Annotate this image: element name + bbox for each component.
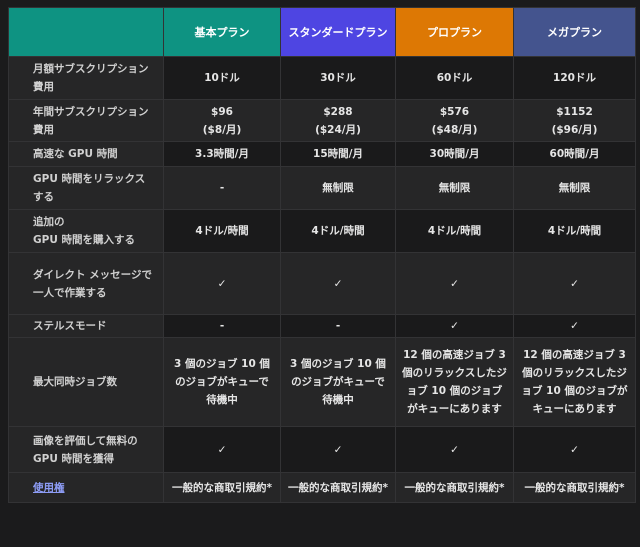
cell-mega: $1152 ($96/月) <box>513 99 636 142</box>
header-pro-plan: プロプラン <box>395 7 514 57</box>
check-icon: ✓ <box>280 426 396 473</box>
table-row-direct-message: ダイレクト メッセージで一人で作業する ✓ ✓ ✓ ✓ <box>8 252 636 315</box>
cell-mega: 一般的な商取引規約* <box>513 472 636 503</box>
check-icon: ✓ <box>163 252 281 315</box>
cell-basic: 3.3時間/月 <box>163 141 281 167</box>
table-row-stealth-mode: ステルスモード - - ✓ ✓ <box>8 314 636 338</box>
table-row-usage-rights: 使用権 一般的な商取引規約* 一般的な商取引規約* 一般的な商取引規約* 一般的… <box>8 472 636 503</box>
cell-standard: 無制限 <box>280 166 396 210</box>
header-basic-plan: 基本プラン <box>163 7 281 57</box>
cell-pro: 無制限 <box>395 166 514 210</box>
check-icon: ✓ <box>513 252 636 315</box>
cell-standard: 15時間/月 <box>280 141 396 167</box>
cell-standard: - <box>280 314 396 338</box>
cell-basic: $96 ($8/月) <box>163 99 281 142</box>
usage-rights-link[interactable]: 使用権 <box>33 482 65 494</box>
header-corner <box>8 7 164 57</box>
cell-standard: 3 個のジョブ 10 個のジョブがキューで待機中 <box>280 337 396 427</box>
cell-pro: $576 ($48/月) <box>395 99 514 142</box>
table-row-max-jobs: 最大同時ジョブ数 3 個のジョブ 10 個のジョブがキューで待機中 3 個のジョ… <box>8 337 636 427</box>
row-label: 年間サブスクリプション費用 <box>8 99 164 142</box>
row-label: ダイレクト メッセージで一人で作業する <box>8 252 164 315</box>
check-icon: ✓ <box>395 426 514 473</box>
row-label: 追加の GPU 時間を購入する <box>8 209 164 253</box>
table-row-fast-gpu: 高速な GPU 時間 3.3時間/月 15時間/月 30時間/月 60時間/月 <box>8 141 636 167</box>
header-standard-plan: スタンダードプラン <box>280 7 396 57</box>
cell-standard: 30ドル <box>280 56 396 100</box>
table-row-rate-images: 画像を評価して無料の GPU 時間を獲得 ✓ ✓ ✓ ✓ <box>8 426 636 473</box>
cell-mega: 120ドル <box>513 56 636 100</box>
cell-mega: 12 個の高速ジョブ 3 個のリラックスしたジョブ 10 個のジョブがキューにあ… <box>513 337 636 427</box>
row-label: 画像を評価して無料の GPU 時間を獲得 <box>8 426 164 473</box>
cell-mega: 4ドル/時間 <box>513 209 636 253</box>
cell-basic: 4ドル/時間 <box>163 209 281 253</box>
header-row: 基本プラン スタンダードプラン プロプラン メガプラン <box>8 7 636 57</box>
row-label: 月額サブスクリプション費用 <box>8 56 164 100</box>
table-row-relax-gpu: GPU 時間をリラックスする - 無制限 無制限 無制限 <box>8 166 636 210</box>
header-mega-plan: メガプラン <box>513 7 636 57</box>
check-icon: ✓ <box>163 426 281 473</box>
cell-standard: 一般的な商取引規約* <box>280 472 396 503</box>
table-row-extra-gpu: 追加の GPU 時間を購入する 4ドル/時間 4ドル/時間 4ドル/時間 4ドル… <box>8 209 636 253</box>
cell-pro: 60ドル <box>395 56 514 100</box>
cell-basic: 一般的な商取引規約* <box>163 472 281 503</box>
row-label: 最大同時ジョブ数 <box>8 337 164 427</box>
check-icon: ✓ <box>395 314 514 338</box>
cell-basic: 3 個のジョブ 10 個のジョブがキューで待機中 <box>163 337 281 427</box>
check-icon: ✓ <box>395 252 514 315</box>
row-label: ステルスモード <box>8 314 164 338</box>
table-row-annual-fee: 年間サブスクリプション費用 $96 ($8/月) $288 ($24/月) $5… <box>8 99 636 142</box>
table-row-monthly-fee: 月額サブスクリプション費用 10ドル 30ドル 60ドル 120ドル <box>8 56 636 100</box>
cell-basic: - <box>163 166 281 210</box>
cell-pro: 4ドル/時間 <box>395 209 514 253</box>
check-icon: ✓ <box>513 426 636 473</box>
plan-comparison-table: 基本プラン スタンダードプラン プロプラン メガプラン 月額サブスクリプション費… <box>8 7 636 503</box>
row-label: GPU 時間をリラックスする <box>8 166 164 210</box>
cell-standard: $288 ($24/月) <box>280 99 396 142</box>
cell-pro: 一般的な商取引規約* <box>395 472 514 503</box>
check-icon: ✓ <box>280 252 396 315</box>
row-label: 高速な GPU 時間 <box>8 141 164 167</box>
row-label: 使用権 <box>8 472 164 503</box>
cell-basic: 10ドル <box>163 56 281 100</box>
cell-basic: - <box>163 314 281 338</box>
cell-mega: 無制限 <box>513 166 636 210</box>
cell-mega: 60時間/月 <box>513 141 636 167</box>
cell-pro: 12 個の高速ジョブ 3 個のリラックスしたジョブ 10 個のジョブがキューにあ… <box>395 337 514 427</box>
cell-pro: 30時間/月 <box>395 141 514 167</box>
check-icon: ✓ <box>513 314 636 338</box>
cell-standard: 4ドル/時間 <box>280 209 396 253</box>
